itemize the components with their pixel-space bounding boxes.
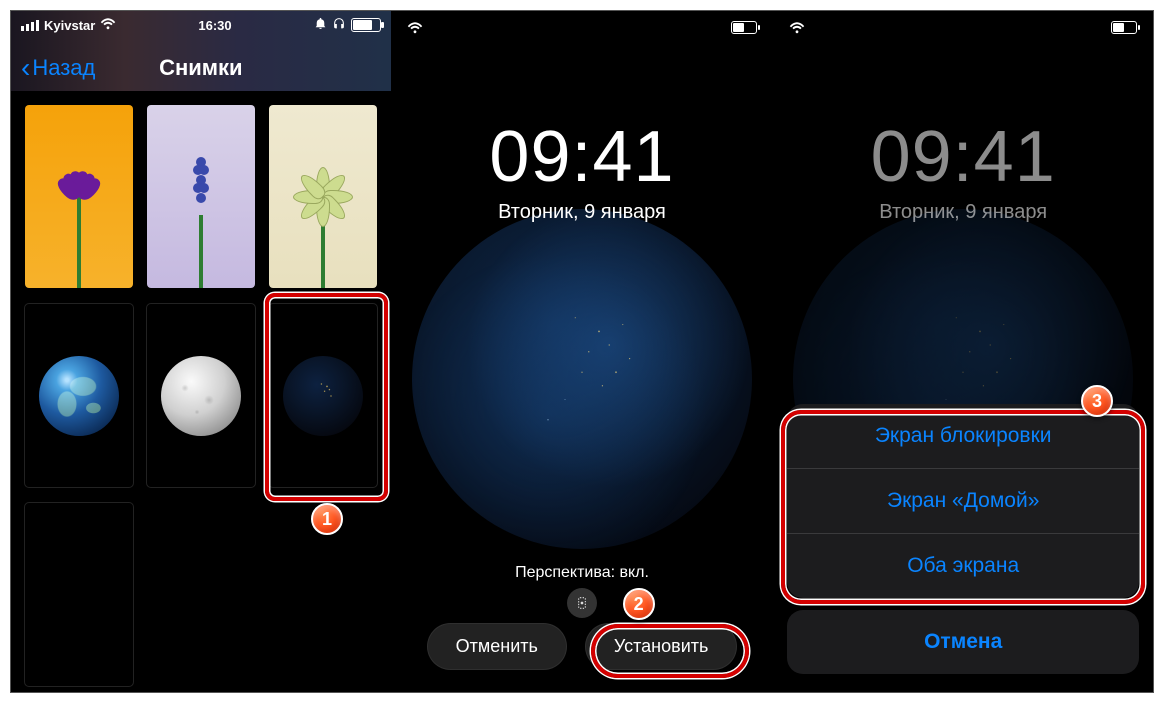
wifi-icon (789, 21, 805, 37)
lock-date: Вторник, 9 января (498, 201, 666, 224)
navigation-bar: Kyivstar 16:30 ‹ На (11, 11, 391, 91)
wallpaper-thumb-moon[interactable] (147, 304, 255, 487)
wallpaper-preview-dimmed: 09:41 Вторник, 9 января Экран блокировки… (773, 11, 1153, 692)
wallpaper-thumb-flower-green[interactable] (269, 105, 377, 288)
panel-wallpaper-grid: Kyivstar 16:30 ‹ На (11, 11, 391, 692)
action-sheet: Экран блокировки Экран «Домой» Оба экран… (787, 404, 1139, 674)
back-button[interactable]: ‹ Назад (21, 55, 95, 81)
set-home-screen-button[interactable]: Экран «Домой» (787, 469, 1139, 534)
back-label: Назад (32, 55, 95, 81)
nav-title: Снимки (159, 55, 243, 81)
lock-time: 09:41 (489, 121, 674, 193)
step-marker-1: 1 (311, 503, 343, 535)
set-button[interactable]: Установить (585, 623, 737, 670)
headphones-icon (332, 17, 346, 33)
moon-icon (161, 356, 241, 436)
wifi-icon (407, 21, 423, 37)
chevron-left-icon: ‹ (21, 59, 30, 77)
battery-icon (1111, 21, 1137, 34)
wallpaper-thumb-earth-day[interactable] (25, 304, 133, 487)
wallpaper-thumb-flower-muscari[interactable] (147, 105, 255, 288)
panel-wallpaper-preview: 09:41 Вторник, 9 января Перспектива: вкл… (391, 11, 774, 692)
set-lock-screen-button[interactable]: Экран блокировки (787, 404, 1139, 469)
perspective-label: Перспектива: вкл. (515, 564, 649, 582)
status-time: 16:30 (198, 18, 231, 33)
alarm-icon (314, 17, 327, 33)
status-left: Kyivstar (21, 17, 116, 33)
wallpaper-thumb-empty[interactable] (25, 503, 133, 686)
carrier-label: Kyivstar (44, 18, 95, 33)
wallpaper-grid (11, 91, 391, 700)
lock-time: 09:41 (871, 121, 1056, 193)
wallpaper-thumb-earth-night[interactable] (269, 304, 377, 487)
panel-action-sheet: 09:41 Вторник, 9 января Экран блокировки… (773, 11, 1153, 692)
live-photo-toggle[interactable] (567, 588, 597, 618)
cancel-button[interactable]: Отменить (427, 623, 567, 670)
status-bar (773, 21, 1153, 37)
step-marker-2: 2 (623, 588, 655, 620)
tutorial-frame: Kyivstar 16:30 ‹ На (10, 10, 1154, 693)
battery-icon (731, 21, 757, 34)
battery-icon (351, 18, 381, 32)
status-right (314, 17, 381, 33)
step-marker-3: 3 (1081, 385, 1113, 417)
wallpaper-thumb-flower-purple[interactable] (25, 105, 133, 288)
wallpaper-preview[interactable]: 09:41 Вторник, 9 января Перспектива: вкл… (391, 11, 774, 692)
status-bar: Kyivstar 16:30 (11, 11, 391, 33)
flower-icon (291, 165, 355, 229)
flower-icon (190, 157, 212, 237)
earth-day-icon (39, 356, 119, 436)
earth-night-large-icon (412, 209, 752, 549)
sheet-cancel-button[interactable]: Отмена (787, 610, 1139, 674)
signal-icon (21, 20, 39, 31)
flower-icon (53, 171, 105, 223)
wifi-icon (100, 17, 116, 33)
set-both-screens-button[interactable]: Оба экрана (787, 534, 1139, 598)
action-sheet-options: Экран блокировки Экран «Домой» Оба экран… (787, 404, 1139, 598)
earth-night-icon (283, 356, 363, 436)
status-bar (391, 21, 774, 37)
lock-date: Вторник, 9 января (879, 201, 1047, 224)
preview-actions: Отменить Установить (391, 623, 774, 670)
